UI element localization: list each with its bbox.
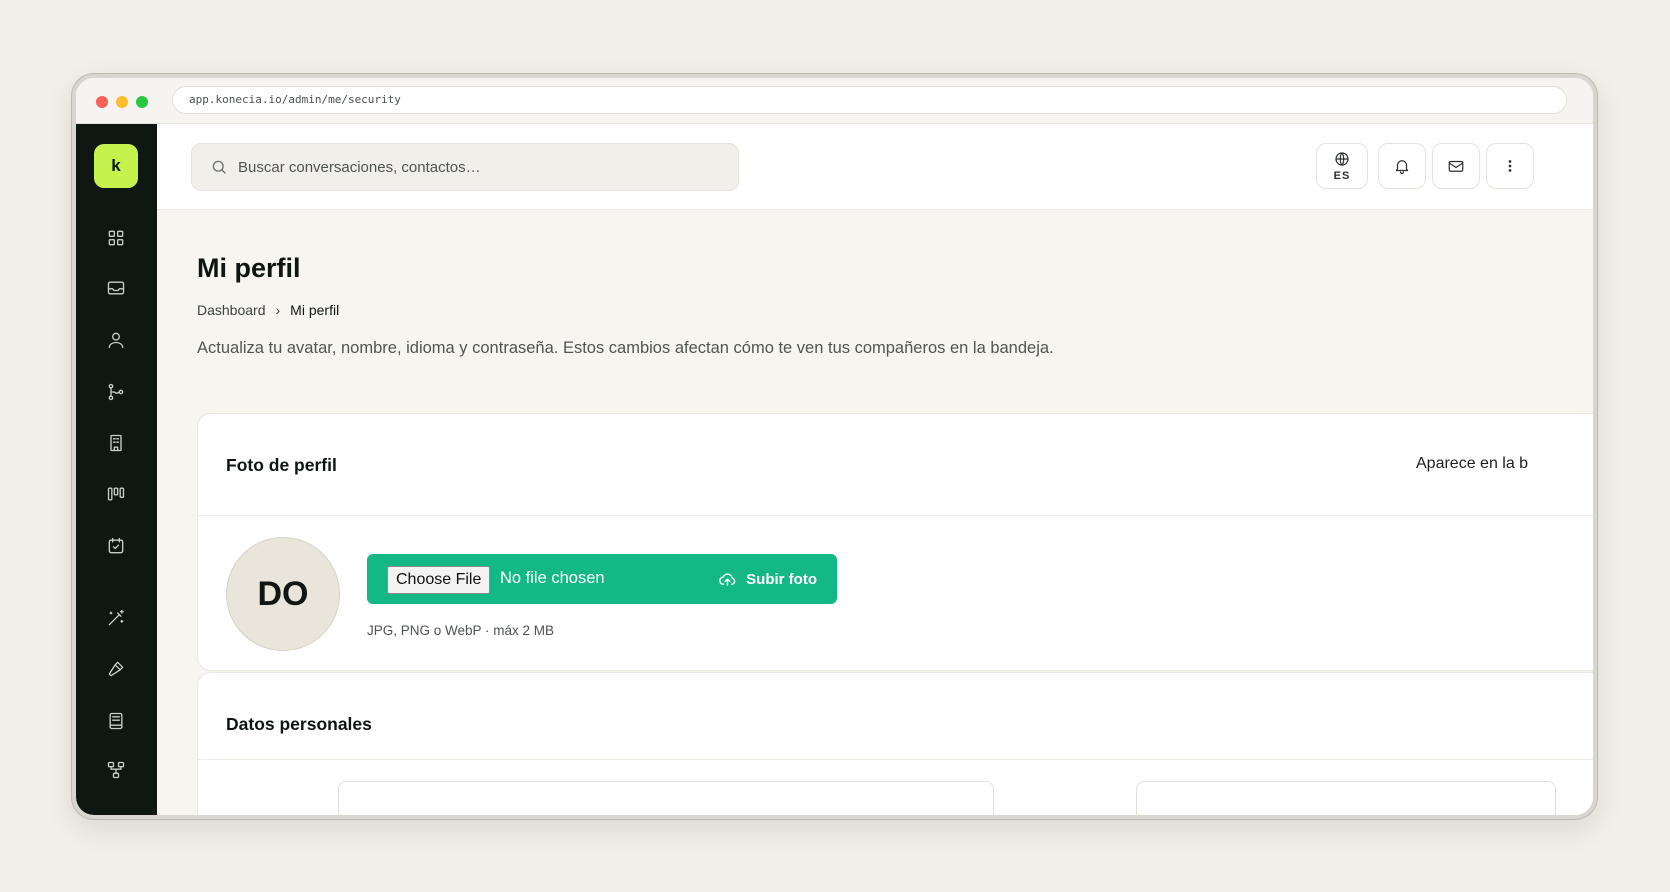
card-divider — [198, 515, 1593, 516]
minimize-window-button[interactable] — [116, 96, 128, 108]
search-icon — [212, 160, 226, 174]
profile-photo-card: Foto de perfil Aparece en la b DO Choose… — [197, 413, 1593, 671]
maximize-window-button[interactable] — [136, 96, 148, 108]
photo-upload-field[interactable]: Choose File No file chosen Subir foto — [367, 554, 837, 604]
sidebar-item-inbox[interactable] — [104, 276, 128, 300]
name-field[interactable] — [338, 781, 994, 815]
sidebar-item-knowledge[interactable] — [104, 709, 128, 733]
choose-file-button[interactable]: Choose File — [387, 566, 491, 594]
breadcrumb: Dashboard › Mi perfil — [197, 302, 339, 318]
language-button[interactable]: ES — [1316, 143, 1368, 189]
browser-chrome: app.konecia.io/admin/me/security — [76, 78, 1593, 124]
more-icon — [1508, 160, 1512, 172]
sidebar-item-pipeline[interactable] — [104, 482, 128, 506]
bell-icon — [1395, 160, 1409, 175]
calendar-check-icon — [108, 537, 124, 554]
sidebar-item-companies[interactable] — [104, 431, 128, 455]
kanban-icon — [107, 487, 125, 501]
upload-photo-label: Subir foto — [746, 571, 817, 588]
book-icon — [109, 712, 123, 730]
mail-icon — [1448, 160, 1464, 172]
breadcrumb-dashboard-link[interactable]: Dashboard — [197, 302, 266, 318]
sidebar-item-dashboard[interactable] — [104, 226, 128, 250]
magic-wand-icon — [108, 609, 124, 626]
language-code: ES — [1333, 170, 1351, 182]
browser-window: app.konecia.io/admin/me/security k Busca… — [72, 74, 1597, 819]
notifications-button[interactable] — [1378, 143, 1426, 189]
personal-data-title: Datos personales — [226, 714, 372, 734]
user-icon — [108, 332, 124, 349]
messages-button[interactable] — [1432, 143, 1480, 189]
main-content: Mi perfil Dashboard › Mi perfil Actualiz… — [157, 210, 1593, 815]
search-box[interactable] — [191, 143, 739, 191]
second-field[interactable] — [1136, 781, 1556, 815]
chevron-right-icon: › — [275, 302, 281, 318]
search-input[interactable] — [238, 144, 728, 190]
sidebar-item-flows[interactable] — [104, 380, 128, 404]
app-logo[interactable]: k — [94, 144, 138, 188]
card-divider — [198, 759, 1593, 760]
sidebar-item-tools[interactable] — [104, 657, 128, 681]
page-description: Actualiza tu avatar, nombre, idioma y co… — [197, 339, 1054, 357]
sidebar-item-contacts[interactable] — [104, 328, 128, 352]
avatar: DO — [226, 537, 340, 651]
address-bar[interactable]: app.konecia.io/admin/me/security — [172, 86, 1567, 114]
inbox-icon — [107, 281, 125, 295]
globe-icon — [1335, 152, 1349, 166]
cloud-upload-icon — [719, 573, 736, 586]
building-icon — [110, 434, 122, 452]
page-title: Mi perfil — [197, 253, 301, 283]
profile-photo-aside: Aparece en la b — [1416, 455, 1529, 472]
sidebar-item-tasks[interactable] — [104, 534, 128, 558]
breadcrumb-current: Mi perfil — [290, 302, 340, 318]
no-file-label: No file chosen — [500, 569, 605, 587]
close-window-button[interactable] — [96, 96, 108, 108]
personal-data-card: Datos personales — [197, 672, 1593, 815]
sidebar: k — [76, 124, 157, 815]
hammer-icon — [108, 661, 124, 677]
more-button[interactable] — [1486, 143, 1534, 189]
flow-icon — [108, 383, 124, 401]
sidebar-item-integrations[interactable] — [104, 758, 128, 782]
upload-photo-button[interactable]: Subir foto — [718, 570, 817, 589]
grid-icon — [108, 230, 124, 246]
topbar: ES — [157, 124, 1593, 210]
network-icon — [107, 761, 125, 779]
upload-hint: JPG, PNG o WebP · máx 2 MB — [367, 623, 555, 638]
profile-photo-title: Foto de perfil — [226, 455, 337, 475]
sidebar-item-ai[interactable] — [104, 606, 128, 630]
